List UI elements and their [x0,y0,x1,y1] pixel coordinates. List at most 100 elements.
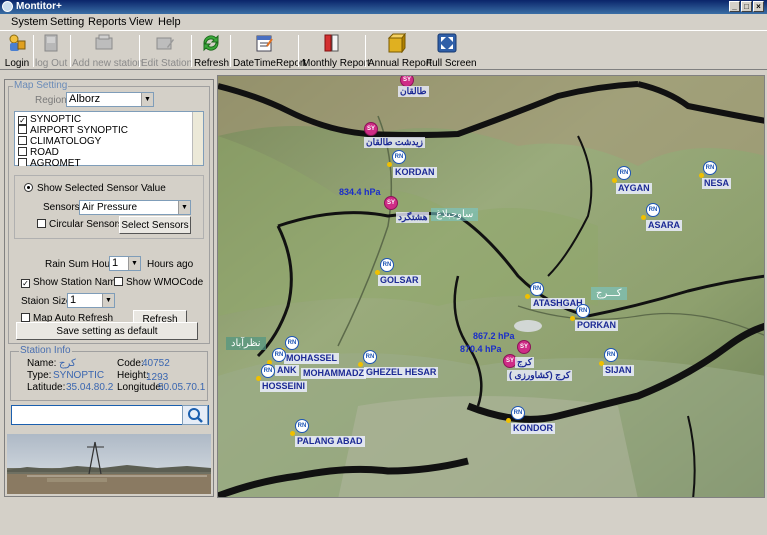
station-label-mohassel[interactable]: MOHASSEL [284,353,340,364]
station-label-karaj: کرج [515,357,535,368]
add-station-button[interactable]: Add new station [72,33,143,69]
menu-system[interactable]: System [11,16,48,28]
edit-station-button[interactable]: Edit Station [141,33,192,69]
show-station-name-checkbox[interactable]: ✓ Show Station Name [21,277,121,288]
station-icon-sijan[interactable]: RN [604,348,618,362]
region-label: Region [35,95,67,106]
toolbar: Login log Out Add new station Edit Stati… [0,30,767,70]
station-type-scrollbar[interactable] [192,112,203,165]
sensors-select[interactable]: Air Pressure ▼ [79,200,191,215]
station-icon-hashtgerd[interactable]: SY [384,196,398,210]
edit-station-icon [156,37,174,50]
pressure-karaj-agri: 870.4 hPa [460,344,502,354]
rain-sum-select[interactable]: 1 ▼ [109,256,141,271]
station-label-kordan[interactable]: KORDAN [393,167,437,178]
region-select[interactable]: Alborz ▼ [66,92,154,107]
calendar-report-icon [256,35,273,52]
pressure-hashtgerd: 834.4 hPa [339,187,381,197]
close-button[interactable]: × [753,1,764,12]
login-button[interactable]: Login [4,33,30,69]
search-icon [188,408,203,423]
station-label-mohammadz[interactable]: MOHAMMADZ [301,368,366,379]
menu-view[interactable]: View [129,16,153,28]
station-icon-porkan[interactable]: RN [576,304,590,318]
station-longitude-value: 50.05.70.1 [158,382,206,393]
station-icon-hosseini[interactable]: RN [261,364,275,378]
maximize-button[interactable]: □ [741,1,752,12]
station-icon-ghezel-hesar[interactable]: RN [363,350,377,364]
menu-bar: System Setting Reports View Help [0,14,767,30]
station-icon-ank[interactable]: RN [272,348,286,362]
station-type-list[interactable]: ✓ SYNOPTIC AIRPORT SYNOPTIC CLIMATOLOGY R… [14,111,204,166]
chevron-down-icon: ▼ [128,257,140,270]
station-icon-atashgah[interactable]: RN [530,282,544,296]
station-label-ghezel-hesar[interactable]: GHEZEL HESAR [364,367,439,378]
chevron-down-icon: ▼ [141,93,153,106]
station-type-synoptic[interactable]: ✓ SYNOPTIC [18,114,81,125]
station-type-climatology[interactable]: CLIMATOLOGY [18,136,101,147]
minimize-button[interactable]: _ [729,1,740,12]
station-type-agromet[interactable]: AGROMET [18,158,81,166]
station-icon-golsar[interactable]: RN [380,258,394,272]
add-station-icon [95,34,113,50]
show-selected-sensor-radio[interactable]: Show Selected Sensor Value [24,183,166,194]
station-name-value: کرج [59,358,76,369]
station-label-karaj-agri: ( کرج (کشاورزی [507,370,573,381]
menu-help[interactable]: Help [158,16,181,28]
station-icon-kordan[interactable]: RN [392,150,406,164]
station-info-legend: Station Info [19,345,72,356]
station-icon-nesa[interactable]: RN [703,161,717,175]
monthly-report-button[interactable]: Monthly Report [302,33,370,69]
menu-reports[interactable]: Reports [88,16,127,28]
title-bar: Montitor+ _ □ × [0,0,767,14]
station-icon-zidasht[interactable]: SY [364,122,378,136]
monthly-report-icon [324,34,339,52]
station-label-nesa[interactable]: NESA [702,178,732,189]
station-label-kondor[interactable]: KONDOR [511,423,555,434]
annual-report-button[interactable]: Annual Report [368,33,432,69]
select-sensors-button[interactable]: Select Sensors [119,216,191,234]
station-photo [7,434,211,494]
full-screen-button[interactable]: Full Screen [426,33,477,69]
hours-ago-label: Hours ago [147,259,194,270]
pressure-karaj: 867.2 hPa [473,331,515,341]
station-label-golsar[interactable]: GOLSAR [378,275,421,286]
full-screen-icon [437,33,457,53]
save-default-button[interactable]: Save setting as default [16,322,198,340]
circular-sensors-checkbox[interactable]: Circular Sensors [37,219,123,230]
station-label-asara[interactable]: ASARA [646,220,683,231]
station-label-porkan[interactable]: PORKAN [575,320,619,331]
sensor-group: Show Selected Sensor Value Sensors: Air … [14,175,204,239]
refresh-button[interactable]: Refresh [194,33,229,69]
station-size-select[interactable]: 1 ▼ [67,293,115,308]
station-icon-aygan[interactable]: RN [617,166,631,180]
search-input[interactable] [11,405,209,425]
station-label-sijan[interactable]: SIJAN [603,365,634,376]
station-icon-palang-abad[interactable]: RN [295,419,309,433]
station-label-zidasht: زیدشت طالقان [364,137,426,148]
station-icon-mohassel[interactable]: RN [285,336,299,350]
menu-setting[interactable]: Setting [50,16,84,28]
logout-button[interactable]: log Out [35,33,67,69]
station-icon-karaj-agri[interactable]: SY [517,340,531,354]
chevron-down-icon: ▼ [102,294,114,307]
map-view[interactable]: ساوجبلاغ کـــرج نظرآباد SY طالقان SY زید… [217,75,765,498]
station-label-ank[interactable]: ANK [275,365,299,376]
logout-icon [44,34,58,52]
station-label-hosseini[interactable]: HOSSEINI [260,381,308,392]
refresh-icon [203,34,219,52]
datetime-report-button[interactable]: DateTimeReport [233,33,306,69]
station-label-aygan[interactable]: AYGAN [616,183,652,194]
station-icon-kondor[interactable]: RN [511,406,525,420]
search-button[interactable] [182,405,208,425]
station-label-hashtgerd: هشتگرد [396,212,430,223]
city-label-karaj: کـــرج [591,287,627,300]
station-label-palang-abad[interactable]: PALANG ABAD [295,436,365,447]
station-type-road[interactable]: ROAD [18,147,59,158]
station-icon-asara[interactable]: RN [646,203,660,217]
station-info-group: Station Info Name: کرج Code: 40752 Type:… [10,345,208,401]
station-latitude-value: 35.04.80.2 [66,382,114,393]
city-label-savojbolagh: ساوجبلاغ [431,208,479,221]
station-type-airport-synoptic[interactable]: AIRPORT SYNOPTIC [18,125,128,136]
show-wmo-code-checkbox[interactable]: Show WMOCode [114,277,203,288]
